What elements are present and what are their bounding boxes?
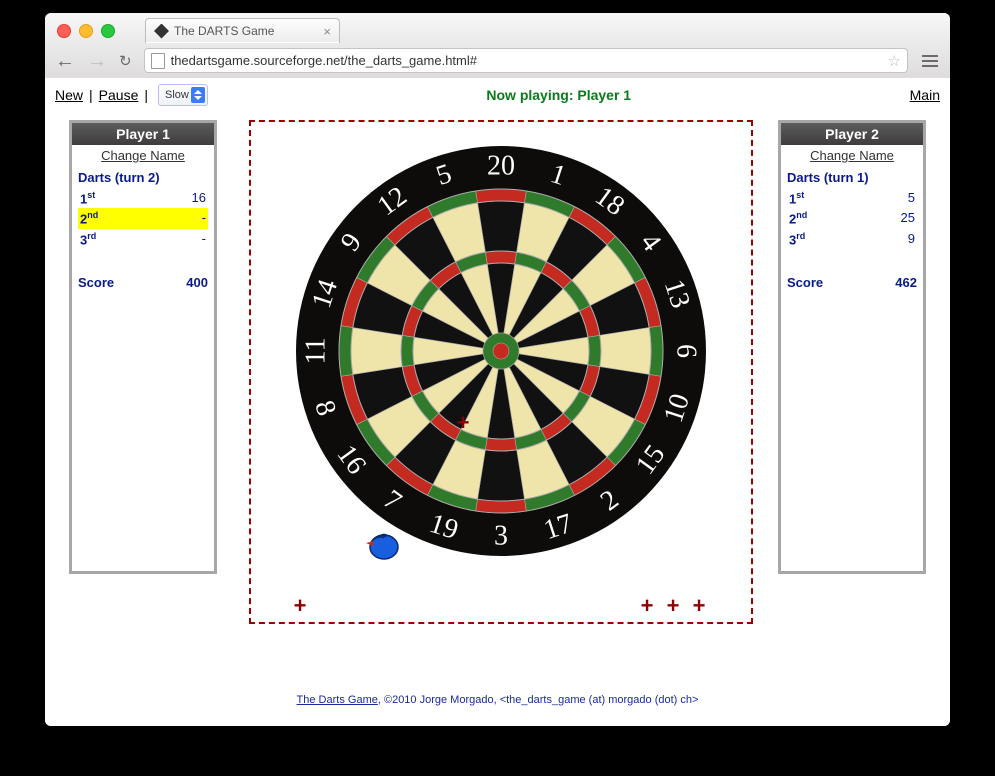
player1-score: Score400 xyxy=(78,275,208,290)
tab-close-icon[interactable]: × xyxy=(323,24,331,39)
now-playing-label: Now playing: Player 1 xyxy=(208,87,910,103)
player2-throw-1: 1st5 xyxy=(787,188,917,208)
player2-panel: Player 2 Change Name Darts (turn 1) 1st5… xyxy=(778,120,926,574)
page-content: New | Pause | Slow Now playing: Player 1… xyxy=(45,78,950,726)
player2-throw-2: 2nd25 xyxy=(787,208,917,228)
nav-back-button[interactable]: ← xyxy=(55,51,75,71)
svg-text:3: 3 xyxy=(494,521,508,552)
player1-throw-3: 3rd- xyxy=(78,229,208,249)
player1-throw-2: 2nd- xyxy=(78,208,208,228)
player1-title: Player 1 xyxy=(72,123,214,145)
player2-turn-label: Darts (turn 1) xyxy=(787,170,917,185)
browser-menu-button[interactable] xyxy=(920,53,940,69)
tab-favicon xyxy=(154,24,169,39)
player2-score: Score462 xyxy=(787,275,917,290)
speed-select-value: Slow xyxy=(165,89,189,101)
svg-text:20: 20 xyxy=(487,151,515,182)
svg-text:11: 11 xyxy=(301,338,332,365)
nav-forward-button: → xyxy=(87,51,107,71)
dartboard-area[interactable]: 2011841361015217319716811149125 xyxy=(249,120,753,624)
player2-throw-3: 3rd9 xyxy=(787,229,917,249)
speed-select[interactable]: Slow xyxy=(158,84,208,106)
main-link[interactable]: Main xyxy=(910,87,940,103)
nav-reload-button[interactable]: ↻ xyxy=(119,52,132,70)
game-area: Player 1 Change Name Darts (turn 2) 1st1… xyxy=(45,112,950,672)
window-zoom-button[interactable] xyxy=(101,24,115,38)
footer-link[interactable]: The Darts Game xyxy=(297,694,378,706)
page-icon xyxy=(151,53,165,69)
address-url: thedartsgame.sourceforge.net/the_darts_g… xyxy=(171,53,888,68)
browser-toolbar: ← → ↻ thedartsgame.sourceforge.net/the_d… xyxy=(45,44,950,77)
bookmark-star-icon[interactable]: ☆ xyxy=(888,52,901,70)
player2-change-name-link[interactable]: Change Name xyxy=(781,145,923,166)
browser-tab[interactable]: The DARTS Game × xyxy=(145,18,340,43)
browser-chrome: The DARTS Game × ← → ↻ thedartsgame.sour… xyxy=(45,13,950,79)
player1-turn-label: Darts (turn 2) xyxy=(78,170,208,185)
svg-text:6: 6 xyxy=(671,344,702,358)
player2-title: Player 2 xyxy=(781,123,923,145)
address-bar[interactable]: thedartsgame.sourceforge.net/the_darts_g… xyxy=(144,48,908,73)
game-topbar: New | Pause | Slow Now playing: Player 1… xyxy=(45,78,950,108)
new-game-link[interactable]: New xyxy=(55,87,83,103)
browser-window: The DARTS Game × ← → ↻ thedartsgame.sour… xyxy=(45,13,950,726)
player1-throw-1: 1st16 xyxy=(78,188,208,208)
tab-title: The DARTS Game xyxy=(174,24,319,38)
window-controls xyxy=(57,24,115,38)
pause-game-link[interactable]: Pause xyxy=(99,87,139,103)
page-footer: The Darts Game, ©2010 Jorge Morgado, <th… xyxy=(45,694,950,706)
player1-change-name-link[interactable]: Change Name xyxy=(72,145,214,166)
window-close-button[interactable] xyxy=(57,24,71,38)
player1-panel: Player 1 Change Name Darts (turn 2) 1st1… xyxy=(69,120,217,574)
dartboard[interactable]: 2011841361015217319716811149125 xyxy=(293,143,709,559)
window-minimize-button[interactable] xyxy=(79,24,93,38)
